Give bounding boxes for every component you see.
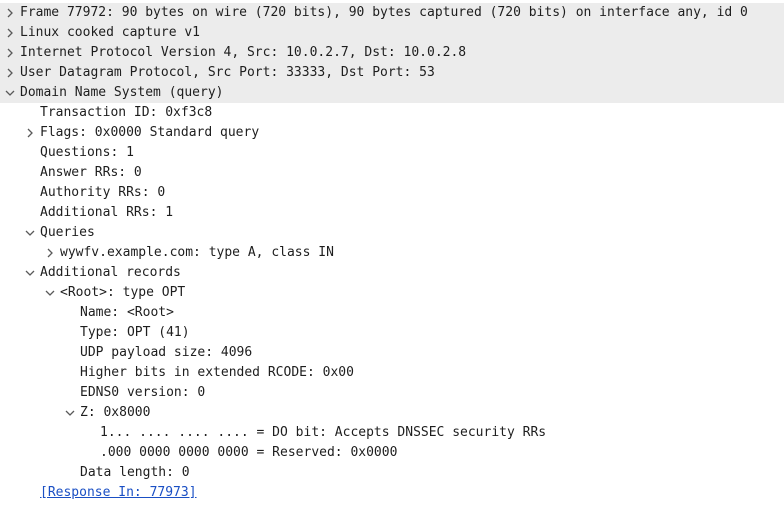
- tree-row-label: Type: OPT (41): [80, 325, 190, 340]
- tree-row-label: Transaction ID: 0xf3c8: [40, 105, 213, 120]
- response-in-link[interactable]: [Response In: 77973]: [38, 483, 197, 503]
- tree-row-flags[interactable]: Flags: 0x0000 Standard query: [0, 123, 784, 143]
- tree-row-label: Linux cooked capture v1: [20, 25, 201, 40]
- tree-row-label: Authority RRs: 0: [40, 185, 166, 200]
- tree-row-udp-payload[interactable]: UDP payload size: 4096: [0, 343, 784, 363]
- tree-row-label: Internet Protocol Version 4, Src: 10.0.2…: [20, 45, 467, 60]
- tree-row-label: Additional records: [40, 265, 181, 280]
- tree-row-questions[interactable]: Questions: 1: [0, 143, 784, 163]
- tree-row-label: <Root>: type OPT: [60, 285, 186, 300]
- tree-row-type[interactable]: Type: OPT (41): [0, 323, 784, 343]
- tree-row-label: .000 0000 0000 0000 = Reserved: 0x0000: [100, 445, 398, 460]
- tree-row-ip[interactable]: Internet Protocol Version 4, Src: 10.0.2…: [0, 43, 784, 63]
- tree-row-queries[interactable]: Queries: [0, 223, 784, 243]
- tree-row-answer-rrs[interactable]: Answer RRs: 0: [0, 163, 784, 183]
- packet-details-tree: Frame 77972: 90 bytes on wire (720 bits)…: [0, 0, 784, 503]
- chevron-down-icon[interactable]: [22, 263, 38, 283]
- tree-row-name[interactable]: Name: <Root>: [0, 303, 784, 323]
- tree-row-query-item[interactable]: wywfv.example.com: type A, class IN: [0, 243, 784, 263]
- tree-row-frame[interactable]: Frame 77972: 90 bytes on wire (720 bits)…: [0, 3, 784, 23]
- chevron-right-icon[interactable]: [42, 243, 58, 263]
- tree-row-udp[interactable]: User Datagram Protocol, Src Port: 33333,…: [0, 63, 784, 83]
- chevron-down-icon[interactable]: [22, 223, 38, 243]
- tree-row-dns[interactable]: Domain Name System (query): [0, 83, 784, 103]
- tree-row-label: Additional RRs: 1: [40, 205, 174, 220]
- tree-row-additional-rrs[interactable]: Additional RRs: 1: [0, 203, 784, 223]
- tree-row-label: Data length: 0: [80, 465, 190, 480]
- tree-row-linux-cooked[interactable]: Linux cooked capture v1: [0, 23, 784, 43]
- tree-row-label: Domain Name System (query): [20, 85, 224, 100]
- tree-row-label: Answer RRs: 0: [40, 165, 142, 180]
- tree-row-additional-records[interactable]: Additional records: [0, 263, 784, 283]
- tree-row-edns0-version[interactable]: EDNS0 version: 0: [0, 383, 784, 403]
- chevron-right-icon[interactable]: [2, 63, 18, 83]
- chevron-right-icon[interactable]: [22, 123, 38, 143]
- tree-row-data-length[interactable]: Data length: 0: [0, 463, 784, 483]
- tree-row-response-in[interactable]: [Response In: 77973]: [0, 483, 784, 503]
- tree-row-label: Flags: 0x0000 Standard query: [40, 125, 260, 140]
- chevron-down-icon[interactable]: [42, 283, 58, 303]
- tree-row-label: 1... .... .... .... = DO bit: Accepts DN…: [100, 425, 547, 440]
- tree-row-label: Name: <Root>: [80, 305, 174, 320]
- tree-row-label: Higher bits in extended RCODE: 0x00: [80, 365, 354, 380]
- tree-row-label: Questions: 1: [40, 145, 134, 160]
- tree-row-label: UDP payload size: 4096: [80, 345, 253, 360]
- chevron-right-icon[interactable]: [2, 3, 18, 23]
- tree-row-higher-bits[interactable]: Higher bits in extended RCODE: 0x00: [0, 363, 784, 383]
- chevron-down-icon[interactable]: [62, 403, 78, 423]
- tree-row-label: Z: 0x8000: [80, 405, 151, 420]
- tree-row-root-opt[interactable]: <Root>: type OPT: [0, 283, 784, 303]
- chevron-right-icon[interactable]: [2, 43, 18, 63]
- chevron-down-icon[interactable]: [2, 83, 18, 103]
- tree-row-authority-rrs[interactable]: Authority RRs: 0: [0, 183, 784, 203]
- chevron-right-icon[interactable]: [2, 23, 18, 43]
- tree-row-label: User Datagram Protocol, Src Port: 33333,…: [20, 65, 435, 80]
- tree-row-reserved[interactable]: .000 0000 0000 0000 = Reserved: 0x0000: [0, 443, 784, 463]
- tree-row-z[interactable]: Z: 0x8000: [0, 403, 784, 423]
- tree-row-transaction-id[interactable]: Transaction ID: 0xf3c8: [0, 103, 784, 123]
- tree-row-label: wywfv.example.com: type A, class IN: [60, 245, 334, 260]
- tree-row-label: Frame 77972: 90 bytes on wire (720 bits)…: [20, 5, 748, 20]
- tree-row-do-bit[interactable]: 1... .... .... .... = DO bit: Accepts DN…: [0, 423, 784, 443]
- tree-row-label: Queries: [40, 225, 95, 240]
- tree-row-label: EDNS0 version: 0: [80, 385, 206, 400]
